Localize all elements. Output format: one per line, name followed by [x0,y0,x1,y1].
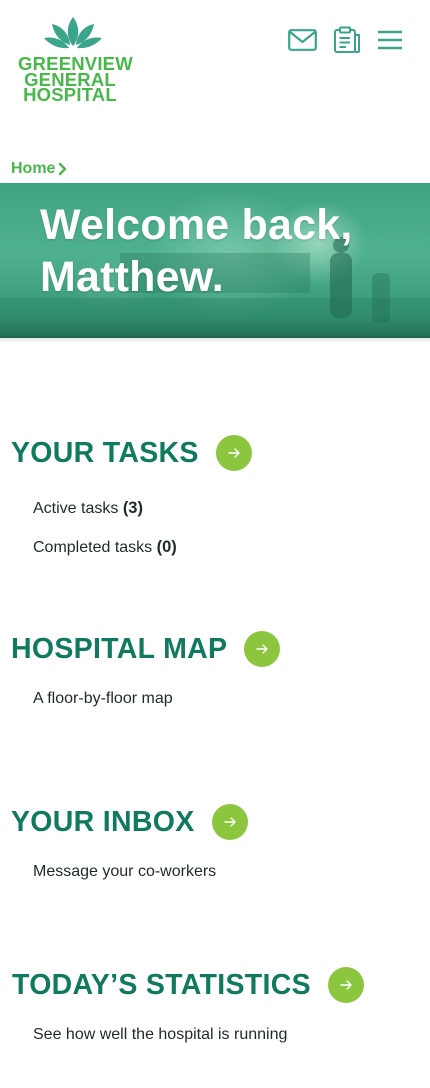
welcome-line-1: Welcome back, [40,201,353,249]
completed-tasks-count: (0) [156,538,177,556]
stats-title-row: TODAY’S STATISTICS [12,967,364,1003]
inbox-arrow-button[interactable] [211,804,248,840]
completed-tasks-item[interactable]: Completed tasks (0) [33,537,252,558]
stats-title: TODAY’S STATISTICS [12,969,311,1001]
mail-icon[interactable] [288,28,317,57]
breadcrumb-home-link[interactable]: Home [11,160,55,178]
hospital-logo[interactable]: GREENVIEW GENERAL HOSPITAL [18,14,133,105]
inbox-title: YOUR INBOX [11,806,195,838]
tasks-title-row: YOUR TASKS [11,435,252,471]
inbox-description: Message your co-workers [33,863,217,880]
active-tasks-count: (3) [122,499,143,517]
chevron-right-icon [59,162,67,176]
leaf-logo-icon [44,17,102,49]
map-description: A floor-by-floor map [33,690,173,707]
map-title-row: HOSPITAL MAP [11,631,281,667]
tasks-arrow-button[interactable] [215,435,252,471]
arrow-right-icon [223,817,236,827]
map-arrow-button[interactable] [244,631,281,667]
tasks-section: YOUR TASKS Active tasks (3) Completed ta… [11,435,252,558]
tasks-title: YOUR TASKS [11,437,199,469]
inbox-title-row: YOUR INBOX [11,804,248,840]
hero-bottom-shadow [0,336,430,344]
active-tasks-item[interactable]: Active tasks (3) [33,498,252,519]
hospital-map-section: HOSPITAL MAP A floor-by-floor map [11,631,281,709]
arrow-right-icon [256,644,269,654]
welcome-user-name: Matthew. [40,253,224,301]
hero-shade [0,316,430,338]
clipboard-icon[interactable] [333,26,361,59]
logo-line-3: HOSPITAL [23,84,117,105]
inbox-section: YOUR INBOX Message your co-workers [11,804,248,882]
welcome-heading: Welcome back, Matthew. [40,199,353,303]
active-tasks-label: Active tasks [33,500,119,517]
stats-arrow-button[interactable] [327,967,364,1003]
stats-description: See how well the hospital is running [33,1026,288,1043]
map-title: HOSPITAL MAP [11,633,228,665]
breadcrumb: Home [11,160,67,178]
arrow-right-icon [340,980,352,990]
completed-tasks-label: Completed tasks [33,539,153,556]
welcome-hero-banner: Welcome back, Matthew. [0,183,430,338]
hamburger-menu-icon[interactable] [377,30,403,55]
arrow-right-icon [228,448,240,458]
statistics-section: TODAY’S STATISTICS See how well the hosp… [12,967,364,1045]
site-header: GREENVIEW GENERAL HOSPITAL [0,0,430,150]
